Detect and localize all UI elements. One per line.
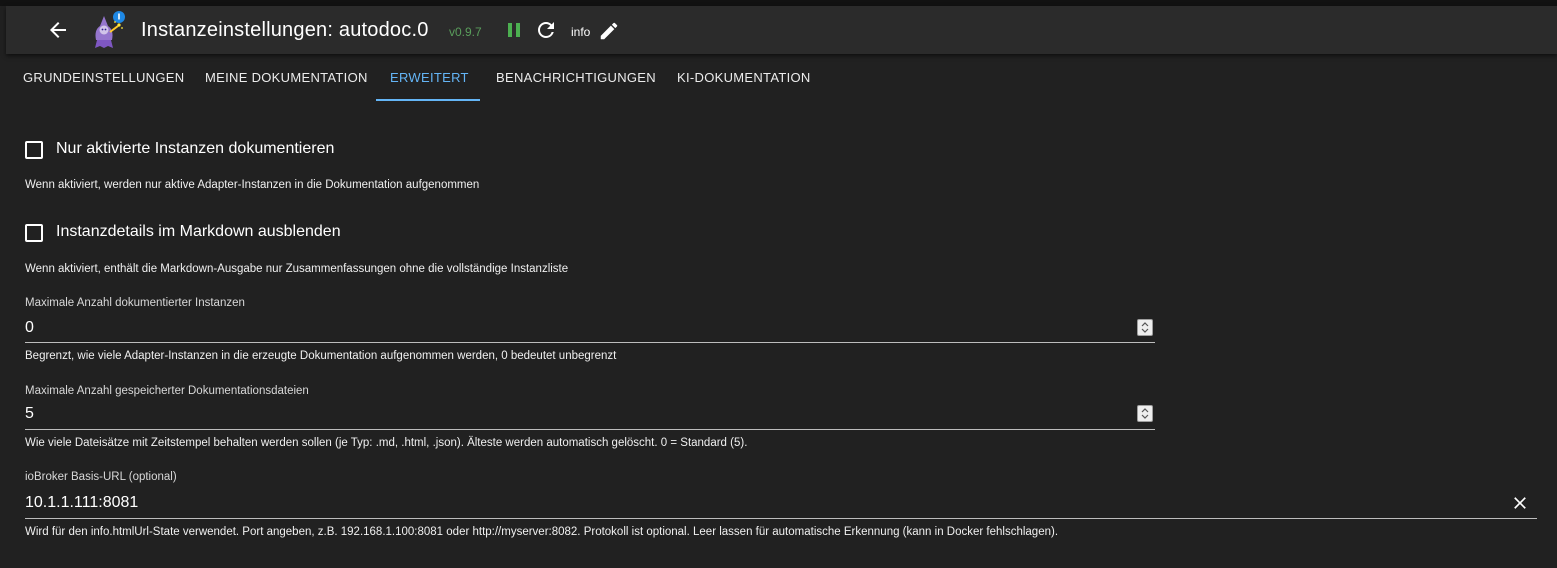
pause-icon[interactable] — [502, 18, 526, 42]
base-url-help: Wird für den info.htmlUrl-State verwende… — [25, 526, 1059, 538]
tab-benachrichtigungen[interactable]: BENACHRICHTIGUNGEN — [496, 70, 656, 85]
tab-meine-dokumentation[interactable]: MEINE DOKUMENTATION — [205, 70, 368, 85]
checkbox-label: Nur aktivierte Instanzen dokumentieren — [56, 140, 335, 157]
checkbox-label: Instanzdetails im Markdown ausblenden — [56, 223, 341, 240]
reload-icon[interactable] — [534, 18, 558, 42]
checkbox-box[interactable] — [25, 224, 43, 242]
only-active-help: Wenn aktiviert, werden nur aktive Adapte… — [25, 179, 480, 191]
pencil-icon[interactable] — [598, 20, 620, 42]
base-url-underline — [25, 518, 1537, 519]
hide-details-help: Wenn aktiviert, enthält die Markdown-Aus… — [25, 263, 569, 275]
stepper-arrows-icon — [1141, 408, 1149, 419]
max-files-underline — [25, 429, 1155, 430]
close-icon[interactable] — [1510, 493, 1530, 513]
app-bar: Instanzeinstellungen: autodoc.0 v0.9.7 i… — [6, 6, 1557, 54]
active-tab-indicator — [376, 99, 480, 101]
stepper-arrows-icon — [1141, 322, 1149, 333]
max-instances-help: Begrenzt, wie viele Adapter-Instanzen in… — [25, 350, 617, 362]
base-url-input[interactable]: 10.1.1.111:8081 — [25, 494, 1495, 512]
max-files-input[interactable]: 5 — [25, 405, 1125, 423]
max-files-label: Maximale Anzahl gespeicherter Dokumentat… — [25, 385, 309, 397]
tab-grundeinstellungen[interactable]: GRUNDEINSTELLUNGEN — [23, 70, 184, 85]
max-instances-label: Maximale Anzahl dokumentierter Instanzen — [25, 297, 245, 309]
tab-ki-dokumentation[interactable]: KI-DOKUMENTATION — [677, 70, 811, 85]
page-title: Instanzeinstellungen: autodoc.0 — [141, 19, 429, 41]
autodoc-logo — [95, 11, 125, 48]
max-instances-stepper[interactable] — [1137, 319, 1153, 336]
max-files-stepper[interactable] — [1137, 405, 1153, 422]
checkbox-box[interactable] — [25, 141, 43, 159]
max-instances-input[interactable]: 0 — [25, 319, 1125, 337]
version-label: v0.9.7 — [449, 25, 482, 39]
log-level-label: info — [571, 25, 591, 39]
max-instances-underline — [25, 342, 1155, 343]
max-files-help: Wie viele Dateisätze mit Zeitstempel beh… — [25, 437, 748, 449]
tab-erweitert[interactable]: ERWEITERT — [390, 70, 469, 85]
base-url-label: ioBroker Basis-URL (optional) — [25, 471, 177, 483]
arrow-left-icon[interactable] — [46, 18, 70, 42]
